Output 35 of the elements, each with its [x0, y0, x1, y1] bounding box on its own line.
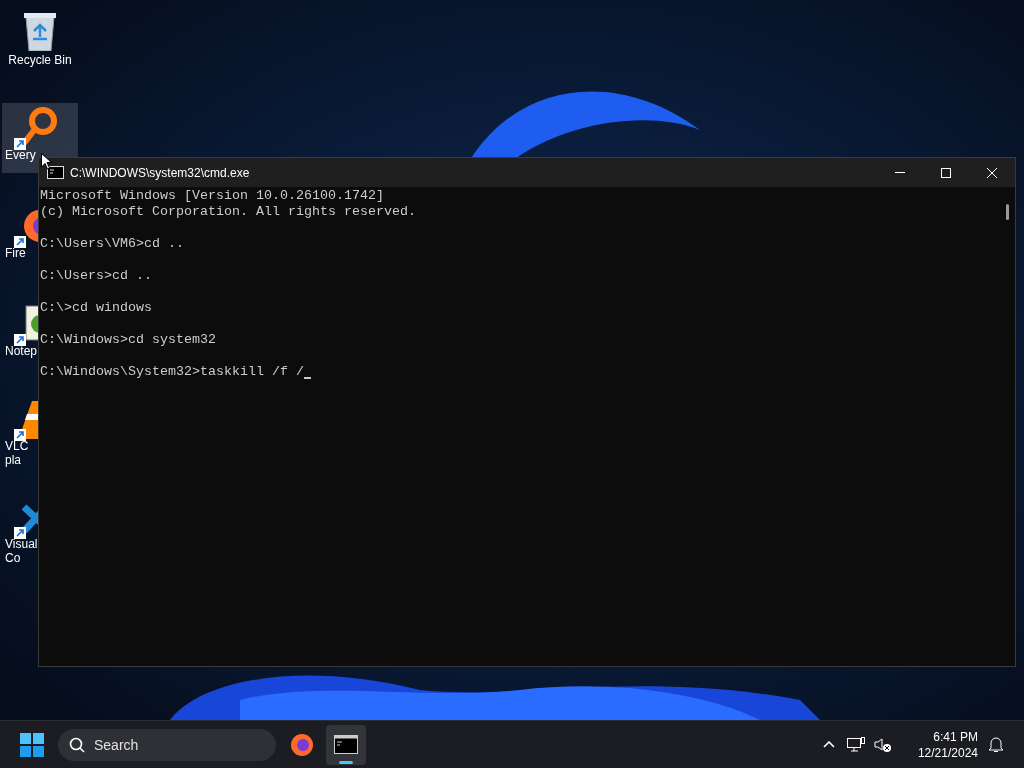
icon-label: Visual: [4, 537, 38, 551]
console-line: C:\Users\VM6>cd ..: [40, 236, 184, 252]
console-line: (c) Microsoft Corporation. All rights reserved.: [40, 204, 416, 220]
speaker-muted-icon[interactable]: [874, 736, 892, 753]
console-line: C:\>cd windows: [40, 300, 152, 316]
console-icon: [47, 166, 64, 179]
close-icon: [987, 167, 997, 178]
network-icon[interactable]: [847, 736, 865, 753]
text-cursor: [303, 377, 311, 379]
clock[interactable]: 6:41 PM 12/21/2024: [906, 728, 978, 761]
search-icon: [69, 736, 85, 753]
clock-date: 12/21/2024: [917, 744, 978, 761]
maximize-icon: [941, 167, 951, 178]
search-field[interactable]: Search: [58, 728, 276, 761]
icon-label: Fire: [4, 246, 26, 260]
desktop-shortcut[interactable]: Recycle Bin: [2, 8, 78, 78]
desktop-shortcut[interactable]: Visual Co: [2, 495, 38, 565]
clock-time: 6:41 PM: [933, 728, 978, 745]
icon-label: Every: [4, 148, 36, 162]
console-line: C:\Windows>cd system32: [40, 332, 216, 348]
notification-bell-icon[interactable]: [988, 736, 1004, 753]
fox-globe-icon: [290, 732, 314, 757]
icon-label: Co: [4, 551, 21, 565]
console-icon: [334, 732, 358, 757]
console-line: C:\Windows\System32>taskkill /f /: [40, 364, 304, 380]
taskbar-app-button[interactable]: [326, 724, 366, 765]
console-line: Microsoft Windows [Version 10.0.26100.1742]: [40, 188, 384, 204]
icon-label: VLC: [4, 439, 29, 453]
icon-label: Recycle Bin: [8, 53, 72, 67]
chevron-up-icon: [823, 741, 835, 748]
icon-label: Notep: [4, 344, 38, 358]
console-line: C:\Users>cd ..: [40, 268, 152, 284]
minimize-icon: [895, 172, 905, 173]
icon-label: pla: [4, 453, 21, 467]
windows-logo-icon: [20, 732, 44, 757]
